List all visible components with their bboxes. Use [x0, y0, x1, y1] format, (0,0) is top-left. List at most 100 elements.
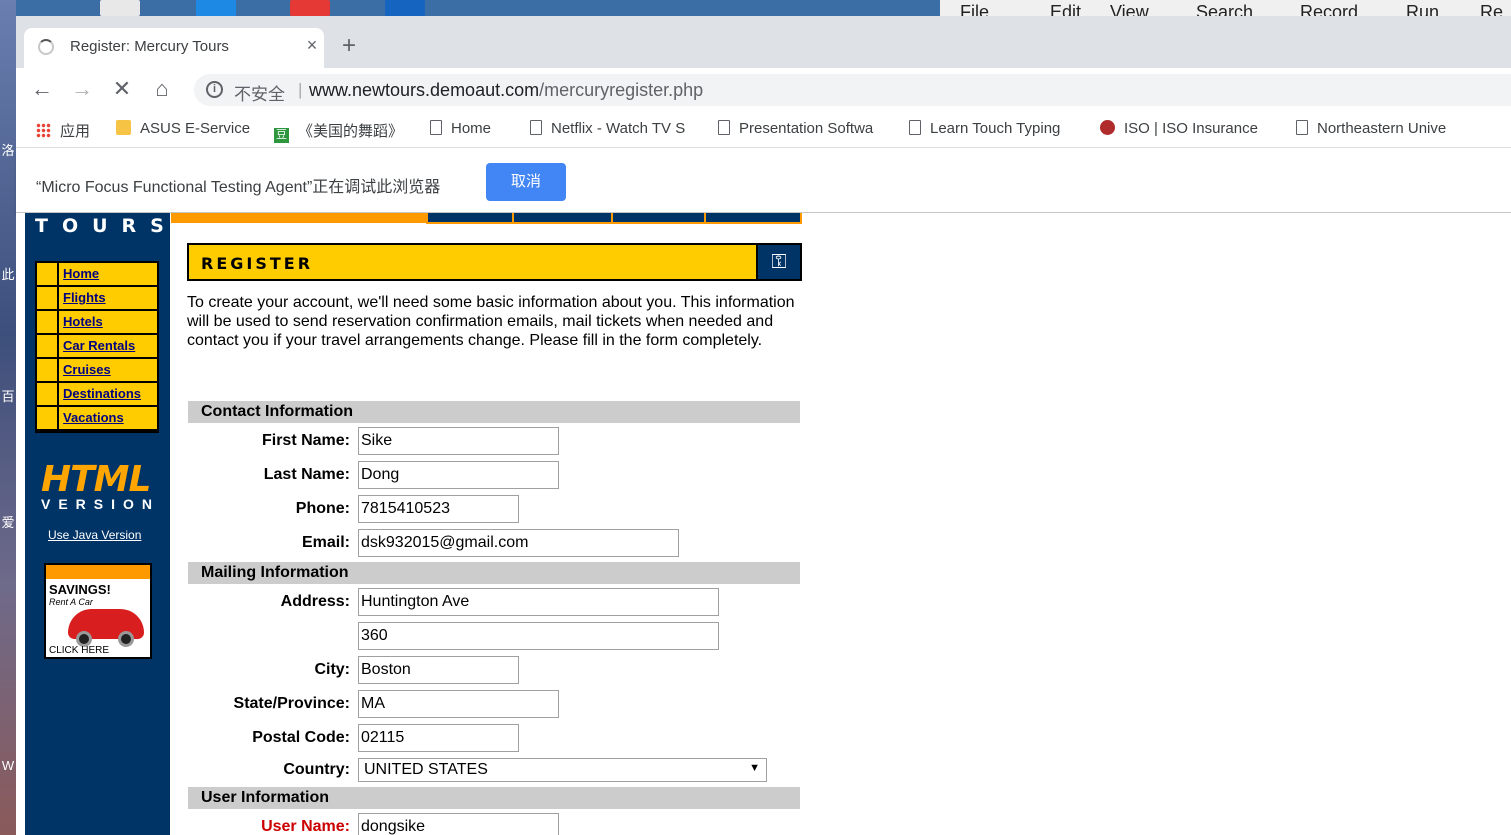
bookmark-label: ISO | ISO Insurance: [1124, 120, 1258, 137]
nav-cell: Car Rentals: [59, 335, 157, 357]
bookmark-home[interactable]: Home: [430, 120, 491, 137]
nav-link-cruises[interactable]: Cruises: [59, 359, 157, 380]
username-field[interactable]: [358, 813, 559, 835]
nav-link-car-rentals[interactable]: Car Rentals: [59, 335, 157, 356]
menu-search[interactable]: Search: [1196, 2, 1253, 16]
bookmark-apps[interactable]: 应用: [36, 120, 90, 141]
state-field[interactable]: [358, 690, 559, 718]
new-tab-icon[interactable]: +: [342, 32, 356, 60]
forward-arrow-icon[interactable]: →: [68, 76, 96, 102]
nav-item-car-rentals[interactable]: Car Rentals: [37, 335, 157, 359]
mercury-tours-logo[interactable]: TOURS: [35, 215, 178, 237]
bookmarks-bar: 应用 ASUS E-Service 豆《美国的舞蹈》 Home Netflix …: [16, 112, 1511, 148]
desktop-icon-fragment: W: [1, 758, 15, 773]
bookmark-label: Presentation Softwa: [739, 120, 874, 137]
address-bar[interactable]: i 不安全 | www.newtours.demoaut.com/mercury…: [194, 74, 1511, 106]
desktop-app-icon[interactable]: [290, 0, 330, 16]
phone-field[interactable]: [358, 495, 519, 523]
top-nav-remnant: [171, 213, 802, 224]
desktop-app-icon[interactable]: [385, 0, 425, 16]
desktop-app-icon[interactable]: [100, 0, 140, 16]
nav-cell: Destinations: [59, 383, 157, 405]
menu-file[interactable]: File: [960, 2, 989, 16]
page-icon: [909, 120, 921, 135]
top-nav-cell[interactable]: [426, 213, 514, 224]
nav-link-flights[interactable]: Flights: [59, 287, 157, 308]
loading-spinner-icon: [38, 39, 54, 55]
nav-item-destinations[interactable]: Destinations: [37, 383, 157, 407]
nav-item-cruises[interactable]: Cruises: [37, 359, 157, 383]
nav-marker: [37, 335, 57, 357]
nav-link-destinations[interactable]: Destinations: [59, 383, 157, 404]
wheel-icon: [118, 631, 134, 647]
menu-run[interactable]: Run: [1406, 2, 1439, 16]
top-nav-cell[interactable]: [512, 213, 613, 224]
nav-item-home[interactable]: Home: [37, 263, 157, 287]
page-icon: [430, 120, 442, 135]
bookmark-northeastern[interactable]: Northeastern Unive: [1296, 120, 1446, 137]
nav-item-hotels[interactable]: Hotels: [37, 311, 157, 335]
nav-marker: [37, 311, 57, 333]
ad-top-bar: [46, 565, 150, 579]
bookmark-label: 应用: [60, 123, 91, 140]
desktop-app-icon[interactable]: [196, 0, 236, 16]
bookmark-typing[interactable]: Learn Touch Typing: [909, 120, 1060, 137]
infobar-message: “Micro Focus Functional Testing Agent”正在…: [36, 179, 441, 196]
ad-cta: CLICK HERE: [49, 645, 110, 656]
bookmark-label: ASUS E-Service: [140, 120, 251, 137]
back-arrow-icon[interactable]: ←: [28, 76, 56, 102]
section-mailing-information: Mailing Information: [188, 562, 800, 584]
home-icon[interactable]: ⌂: [148, 76, 176, 102]
last-name-field[interactable]: [358, 461, 559, 489]
nav-cell: Hotels: [59, 311, 157, 333]
menu-more[interactable]: Re: [1480, 2, 1503, 16]
address-label: Address:: [280, 593, 350, 610]
desktop-icon-fragment: 此: [1, 267, 15, 282]
bookmark-label: Learn Touch Typing: [930, 120, 1061, 137]
browser-toolbar: ← → ✕ ⌂ i 不安全 | www.newtours.demoaut.com…: [16, 68, 1511, 112]
bookmark-netflix[interactable]: Netflix - Watch TV S: [530, 120, 685, 137]
nav-cell: Home: [59, 263, 157, 285]
country-label: Country:: [283, 761, 350, 778]
infobar-cancel-button[interactable]: 取消: [486, 163, 566, 201]
email-field[interactable]: [358, 529, 679, 557]
nav-item-flights[interactable]: Flights: [37, 287, 157, 311]
iso-icon: [1100, 120, 1115, 135]
nav-item-vacations[interactable]: Vacations: [37, 407, 157, 431]
top-nav-cell[interactable]: [704, 213, 802, 224]
top-nav-cell[interactable]: [611, 213, 706, 224]
nav-marker: [37, 287, 57, 309]
menu-edit[interactable]: Edit: [1050, 2, 1081, 16]
folder-icon: [116, 120, 131, 135]
country-select[interactable]: UNITED STATES ▼: [358, 758, 767, 782]
page-icon: [1296, 120, 1308, 135]
bookmark-douban[interactable]: 豆《美国的舞蹈》: [274, 120, 403, 143]
douban-icon: 豆: [274, 128, 289, 143]
bookmark-iso[interactable]: ISO | ISO Insurance: [1100, 120, 1258, 137]
address-line1-field[interactable]: [358, 588, 719, 616]
page-icon: [530, 120, 542, 135]
nav-cell: Vacations: [59, 407, 157, 429]
rent-a-car-ad[interactable]: SAVINGS! Rent A Car CLICK HERE: [44, 563, 152, 659]
nav-link-home[interactable]: Home: [59, 263, 157, 284]
country-selected-value: UNITED STATES: [364, 761, 488, 778]
first-name-field[interactable]: [358, 427, 559, 455]
web-page: TOURS Home Flights Hotels Car Rentals Cr…: [16, 213, 1511, 835]
city-field[interactable]: [358, 656, 519, 684]
menu-record[interactable]: Record: [1300, 2, 1358, 16]
menu-view[interactable]: View: [1110, 2, 1149, 16]
url-text[interactable]: www.newtours.demoaut.com/mercuryregister…: [309, 80, 703, 101]
tab-active[interactable]: Register: Mercury Tours ×: [24, 28, 324, 68]
tab-close-icon[interactable]: ×: [300, 35, 324, 56]
bookmark-label: Home: [451, 120, 492, 137]
bookmark-asus[interactable]: ASUS E-Service: [116, 120, 250, 137]
address-line2-field[interactable]: [358, 622, 719, 650]
omnibox-separator: |: [298, 80, 303, 99]
nav-link-vacations[interactable]: Vacations: [59, 407, 157, 428]
postal-code-field[interactable]: [358, 724, 519, 752]
site-info-icon[interactable]: i: [206, 81, 223, 98]
register-intro: To create your account, we'll need some …: [187, 294, 795, 349]
stop-loading-icon[interactable]: ✕: [108, 76, 136, 102]
bookmark-presentation[interactable]: Presentation Softwa: [718, 120, 873, 137]
nav-link-hotels[interactable]: Hotels: [59, 311, 157, 332]
